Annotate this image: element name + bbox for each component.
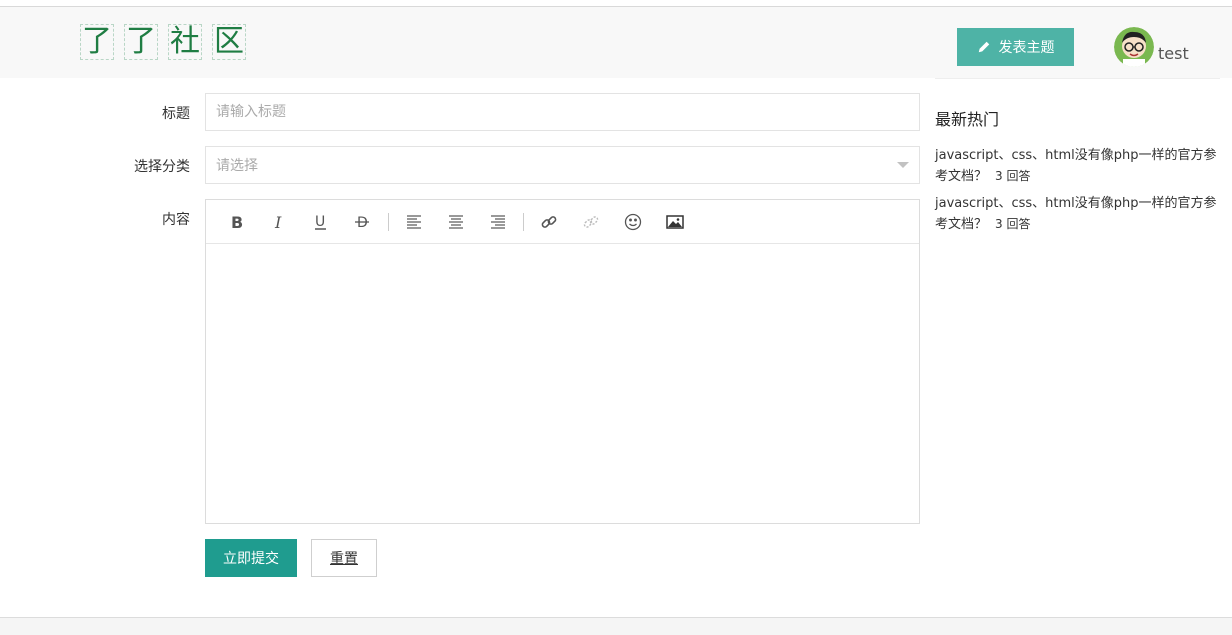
editor-content-area[interactable] — [206, 244, 919, 523]
category-label: 选择分类 — [134, 159, 190, 175]
answer-count: 3 回答 — [995, 169, 1031, 183]
chevron-down-icon — [897, 162, 909, 168]
underline-icon[interactable]: U — [300, 200, 342, 244]
answer-count: 3 回答 — [995, 217, 1031, 231]
align-right-icon[interactable] — [477, 200, 519, 244]
title-label: 标题 — [162, 106, 190, 122]
category-placeholder: 请选择 — [216, 158, 258, 174]
align-left-icon[interactable] — [393, 200, 435, 244]
unlink-icon[interactable] — [570, 200, 612, 244]
emoji-icon[interactable] — [612, 200, 654, 244]
pencil-icon — [978, 41, 989, 53]
logo-char: 社 — [168, 24, 202, 60]
post-topic-button[interactable]: 发表主题 — [957, 28, 1074, 66]
content-label: 内容 — [162, 212, 190, 228]
editor-toolbar: B I U D — [206, 200, 919, 244]
svg-text:D: D — [357, 215, 368, 231]
logo-char: 区 — [212, 24, 246, 60]
rich-text-editor: B I U D — [205, 199, 920, 524]
hot-topic-link[interactable]: javascript、css、html没有像php一样的官方参考文档？ — [935, 148, 1217, 184]
list-item: javascript、css、html没有像php一样的官方参考文档？ 3 回答 — [935, 194, 1225, 235]
site-logo[interactable]: 了 了 社 区 — [80, 24, 246, 60]
svg-text:I: I — [274, 213, 282, 231]
strikethrough-icon[interactable]: D — [342, 200, 384, 244]
reset-button[interactable]: 重置 — [311, 539, 377, 577]
bold-icon[interactable]: B — [216, 200, 258, 244]
logo-char: 了 — [124, 24, 158, 60]
footer — [0, 618, 1232, 635]
logo-char: 了 — [80, 24, 114, 60]
category-select[interactable]: 请选择 — [205, 146, 920, 184]
title-input[interactable] — [205, 93, 920, 131]
username-link[interactable]: test — [1158, 44, 1189, 63]
post-topic-label: 发表主题 — [998, 39, 1055, 55]
submit-button[interactable]: 立即提交 — [205, 539, 297, 577]
list-item: javascript、css、html没有像php一样的官方参考文档？ 3 回答 — [935, 146, 1225, 187]
svg-text:U: U — [315, 214, 325, 230]
sidebar-title: 最新热门 — [935, 110, 1000, 129]
sidebar-divider — [935, 78, 1220, 79]
align-center-icon[interactable] — [435, 200, 477, 244]
hot-topic-link[interactable]: javascript、css、html没有像php一样的官方参考文档？ — [935, 196, 1217, 232]
image-icon[interactable] — [654, 200, 696, 244]
svg-text:B: B — [231, 213, 243, 231]
link-icon[interactable] — [528, 200, 570, 244]
avatar[interactable] — [1114, 27, 1154, 67]
toolbar-divider — [388, 212, 389, 231]
italic-icon[interactable]: I — [258, 200, 300, 244]
toolbar-divider — [523, 212, 524, 231]
avatar-image — [1114, 27, 1154, 67]
